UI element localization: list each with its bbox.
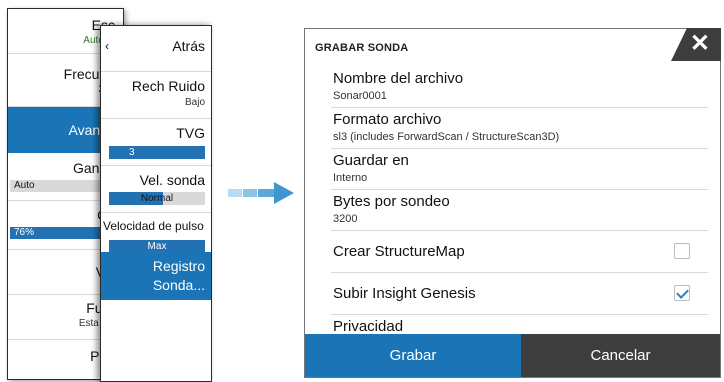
row-label: Subir Insight Genesis xyxy=(333,285,476,302)
menu-item-value: Auto: 1 xyxy=(83,35,115,46)
row-label: Crear StructureMap xyxy=(333,243,465,260)
menu-item-label: TVG xyxy=(176,125,205,141)
row-value: 3200 xyxy=(333,213,358,225)
privacy-row[interactable]: Privacidad xyxy=(331,315,708,335)
row-label: Nombre del archivo xyxy=(333,70,464,87)
menu-item-label: Frecuen xyxy=(63,66,115,82)
row-label: Privacidad xyxy=(333,318,404,335)
menu-item-label-line1: Registro xyxy=(152,258,205,274)
advanced-submenu: ‹ Atrás Rech Ruido Bajo TVG 3 Vel. sonda… xyxy=(100,25,212,382)
menu-item-label: Esc xyxy=(8,17,115,33)
row-value: Sonar0001 xyxy=(333,90,387,102)
menu-item-label: Pau xyxy=(8,348,115,364)
menu-item-label: Avanza xyxy=(68,122,115,138)
record-button[interactable]: Grabar xyxy=(305,334,521,377)
row-value: sl3 (includes ForwardScan / StructureSca… xyxy=(333,131,560,143)
chevron-left-icon: ‹ xyxy=(105,39,109,53)
menu-item-vel-sonda[interactable]: Vel. sonda Normal xyxy=(101,166,211,213)
menu-item-label: Co xyxy=(8,207,115,223)
file-format-row[interactable]: Formato archivo sl3 (includes ForwardSca… xyxy=(331,108,708,149)
tvg-slider[interactable]: 3 xyxy=(109,146,205,159)
menu-item-value: Bajo xyxy=(184,97,205,108)
menu-item-value: 200 xyxy=(8,84,115,95)
create-structuremap-row[interactable]: Crear StructureMap xyxy=(331,231,708,273)
cancel-button[interactable]: Cancelar xyxy=(521,334,720,377)
menu-item-label: Vis xyxy=(8,264,115,280)
save-to-row[interactable]: Guardar en Interno xyxy=(331,149,708,190)
back-label: Atrás xyxy=(172,38,205,54)
menu-item-label: Vel. sonda xyxy=(139,172,205,188)
close-button[interactable]: ✕ xyxy=(671,28,721,61)
close-icon: ✕ xyxy=(689,30,710,57)
menu-item-rech-ruido[interactable]: Rech Ruido Bajo xyxy=(101,72,211,119)
row-label: Bytes por sondeo xyxy=(333,193,450,210)
menu-item-label-line2: Sonda... xyxy=(152,277,205,293)
menu-item-value: Esta uni xyxy=(78,318,115,329)
create-structuremap-checkbox[interactable] xyxy=(674,243,690,259)
bytes-per-sounding-row[interactable]: Bytes por sondeo 3200 xyxy=(331,190,708,231)
row-label: Guardar en xyxy=(333,152,409,169)
record-sonar-dialog: GRABAR SONDA ✕ Nombre del archivo Sonar0… xyxy=(304,28,721,378)
back-item[interactable]: ‹ Atrás xyxy=(101,26,211,72)
ping-speed-slider[interactable]: Normal xyxy=(109,192,205,205)
file-name-row[interactable]: Nombre del archivo Sonar0001 xyxy=(331,67,708,108)
menu-item-label: Velocidad de pulso xyxy=(103,219,204,233)
dialog-title: GRABAR SONDA xyxy=(315,42,409,54)
ping-speed-value: Normal xyxy=(140,193,174,204)
menu-item-tvg[interactable]: TVG 3 xyxy=(101,119,211,166)
right-arrow-icon xyxy=(228,182,294,204)
menu-item-registro-sonda[interactable]: Registro Sonda... xyxy=(101,252,211,300)
row-value: Interno xyxy=(333,172,368,184)
row-label: Formato archivo xyxy=(333,111,442,128)
menu-item-label: Ganan xyxy=(72,160,115,176)
upload-insight-genesis-checkbox[interactable] xyxy=(674,285,690,301)
menu-item-label: Fuer xyxy=(8,300,115,316)
menu-item-label: Rech Ruido xyxy=(131,78,205,94)
upload-insight-genesis-row[interactable]: Subir Insight Genesis xyxy=(331,273,708,315)
